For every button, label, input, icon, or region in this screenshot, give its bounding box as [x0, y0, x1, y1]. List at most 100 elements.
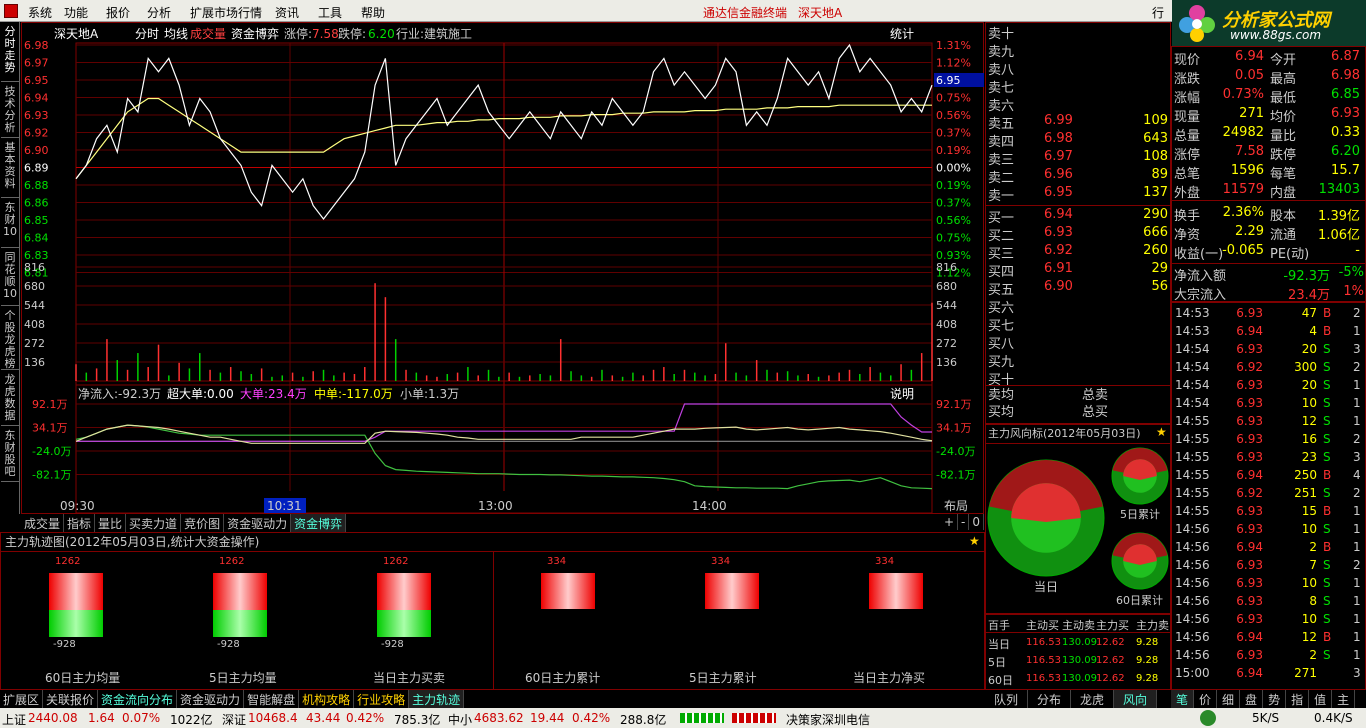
- sell-level-row[interactable]: 卖四 6.98 643: [986, 131, 1170, 150]
- tick-count: 4: [1353, 468, 1361, 482]
- right-side-tab[interactable]: 笔: [1171, 690, 1195, 709]
- tick-count: 1: [1353, 324, 1361, 338]
- right-side-tab[interactable]: 指: [1286, 690, 1310, 709]
- right-side-tab[interactable]: 细: [1217, 690, 1241, 709]
- menu-item[interactable]: 报价: [106, 4, 130, 21]
- star-icon[interactable]: ★: [969, 534, 980, 548]
- sell-level-row[interactable]: 卖三 6.97 108: [986, 149, 1170, 168]
- chart-header-item[interactable]: 分时: [135, 27, 159, 41]
- left-tab-7[interactable]: 东财股吧: [1, 426, 19, 482]
- sell-level-row[interactable]: 卖六: [986, 95, 1170, 114]
- right-side-tab[interactable]: 盘: [1240, 690, 1264, 709]
- network-icon[interactable]: [1200, 710, 1216, 726]
- stat-button[interactable]: 统计: [890, 27, 914, 41]
- chart-header-item[interactable]: 成交量: [190, 26, 226, 41]
- chart-header-item[interactable]: 资金博弈: [231, 26, 279, 41]
- volume-tick-label: 816: [24, 261, 45, 274]
- pct-tick-label: 0.56%: [936, 214, 971, 227]
- menu-item[interactable]: 分析: [147, 4, 171, 21]
- extension-tab[interactable]: 关联报价: [43, 690, 99, 709]
- star-icon[interactable]: ★: [1156, 425, 1167, 439]
- zoom-control[interactable]: -: [958, 514, 970, 530]
- menu-item[interactable]: 系统: [28, 4, 52, 21]
- left-tab-5[interactable]: 个股龙虎榜: [1, 306, 19, 370]
- indicator-tab[interactable]: 竞价图: [181, 514, 225, 533]
- indicator-tab[interactable]: 买卖力道: [126, 514, 182, 533]
- left-tab-2[interactable]: 基本资料: [1, 138, 19, 198]
- menu-icon[interactable]: [4, 4, 18, 18]
- sell-level-volume: 109: [1143, 113, 1168, 128]
- extension-tab[interactable]: 行业攻略: [354, 690, 410, 709]
- sell-level-row[interactable]: 卖七: [986, 77, 1170, 96]
- track-bottom-value: -928: [53, 639, 76, 650]
- quote-label: 总笔: [1174, 167, 1201, 182]
- sh-index-label: 上证: [2, 713, 27, 727]
- menu-item[interactable]: 功能: [64, 4, 88, 21]
- tick-price: 6.93: [1236, 306, 1263, 320]
- right-bottom-tab[interactable]: 队列: [985, 690, 1029, 709]
- extension-tab[interactable]: 扩展区: [0, 690, 44, 709]
- menu-item[interactable]: 帮助: [361, 4, 385, 21]
- right-side-tab[interactable]: 主: [1332, 690, 1356, 709]
- sell-level-row[interactable]: 卖五 6.99 109: [986, 113, 1170, 132]
- quote-value: -: [1355, 243, 1360, 258]
- buy-level-row[interactable]: 买四 6.91 29: [986, 261, 1170, 280]
- track-group-label: 当日主力买卖: [373, 671, 446, 685]
- sell-level-row[interactable]: 卖十: [986, 23, 1170, 42]
- right-bottom-tab[interactable]: 分布: [1028, 690, 1072, 709]
- right-side-tab[interactable]: 价: [1194, 690, 1218, 709]
- right-side-tab[interactable]: 值: [1309, 690, 1333, 709]
- indicator-tab[interactable]: 量比: [95, 514, 127, 533]
- extension-tab[interactable]: 机构攻略: [299, 690, 355, 709]
- right-bottom-tab[interactable]: 风向: [1114, 690, 1158, 709]
- extension-tab[interactable]: 资金流向分布: [98, 690, 178, 709]
- sell-level-row[interactable]: 卖八: [986, 59, 1170, 78]
- buy-level-row[interactable]: 买六: [986, 297, 1170, 316]
- left-tab-3[interactable]: 东财10: [1, 198, 19, 248]
- zoom-control[interactable]: +: [941, 514, 959, 530]
- tick-count: 3: [1353, 450, 1361, 464]
- left-tab-0[interactable]: 分时走势: [1, 22, 19, 82]
- explain-button[interactable]: 说明: [890, 386, 914, 401]
- extension-tab[interactable]: 主力轨迹: [409, 690, 465, 709]
- indicator-tab[interactable]: 成交量: [21, 514, 65, 533]
- tick-price: 6.94: [1236, 666, 1263, 680]
- zoom-control[interactable]: 0: [969, 514, 984, 530]
- tick-row: 14:53 6.94 4 B 1: [1173, 323, 1366, 341]
- right-bottom-tab[interactable]: 龙虎: [1071, 690, 1115, 709]
- extension-tab[interactable]: 智能解盘: [244, 690, 300, 709]
- netflow-value: -92.3万: [1283, 269, 1330, 284]
- buy-level-row[interactable]: 买二 6.93 666: [986, 225, 1170, 244]
- left-tab-1[interactable]: 技术分析: [1, 82, 19, 138]
- tick-volume: 8: [1309, 594, 1317, 608]
- buy-level-row[interactable]: 买三 6.92 260: [986, 243, 1170, 262]
- sell-level-row[interactable]: 卖一 6.95 137: [986, 185, 1170, 204]
- buy-level-row[interactable]: 买九: [986, 351, 1170, 370]
- sell-level-row[interactable]: 卖二 6.96 89: [986, 167, 1170, 186]
- right-side-tab[interactable]: 势: [1263, 690, 1287, 709]
- menu-item[interactable]: 扩展市场行情: [190, 4, 262, 21]
- time-axis-label: 09:30: [60, 499, 95, 513]
- indicator-tab[interactable]: 指标: [64, 514, 96, 533]
- left-tab-4[interactable]: 同花顺10: [1, 248, 19, 306]
- menu-item[interactable]: 资讯: [275, 4, 299, 21]
- pct-tick-label: 0.37%: [936, 127, 971, 140]
- time-axis-label[interactable]: 布局: [944, 499, 968, 513]
- buy-level-row[interactable]: 买八: [986, 333, 1170, 352]
- tick-volume: 15: [1301, 504, 1317, 518]
- buy-level-row[interactable]: 买五 6.90 56: [986, 279, 1170, 298]
- menu-item[interactable]: 工具: [318, 4, 342, 21]
- tick-volume: 251: [1294, 486, 1317, 500]
- sell-level-row[interactable]: 卖九: [986, 41, 1170, 60]
- sell-level-label: 卖二: [988, 171, 1015, 186]
- left-tab-6[interactable]: 龙虎数据: [1, 370, 19, 426]
- quote-label: 股本: [1270, 209, 1297, 224]
- extension-tab[interactable]: 资金驱动力: [177, 690, 245, 709]
- buy-level-row[interactable]: 买一 6.94 290: [986, 207, 1170, 226]
- menu-more[interactable]: 行: [1152, 4, 1164, 21]
- chart-header-item[interactable]: 均线: [164, 27, 188, 41]
- tick-side: S: [1323, 450, 1331, 464]
- buy-level-row[interactable]: 买七: [986, 315, 1170, 334]
- indicator-tab[interactable]: 资金驱动力: [224, 514, 292, 533]
- indicator-tab[interactable]: 资金博弈: [291, 514, 347, 533]
